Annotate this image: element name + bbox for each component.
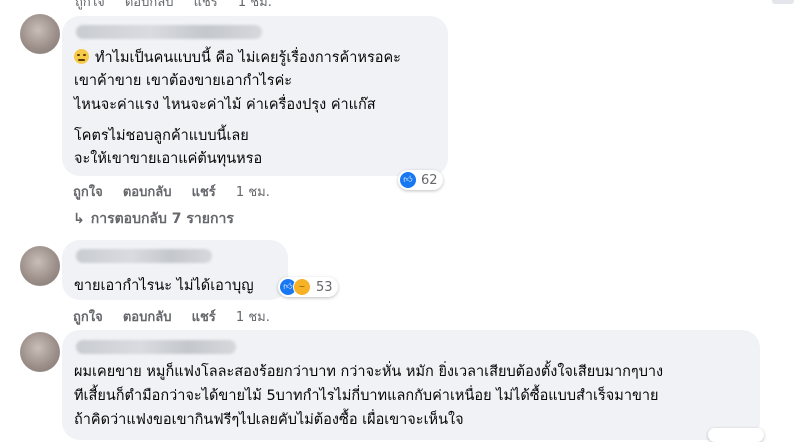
view-replies-link[interactable]: ↳ การตอบกลับ 7 รายการ: [73, 208, 234, 230]
commenter-name-redacted[interactable]: [76, 25, 262, 39]
timestamp: 1 ชม.: [235, 310, 270, 325]
like-link[interactable]: ถูกใจ: [73, 185, 103, 200]
comment-line: เขาค้าขาย เขาต้องขายเอากำไรค่ะ: [74, 73, 293, 89]
timestamp: 1 ชม.: [237, 0, 272, 10]
reaction-count: 62: [421, 172, 438, 188]
reaction-count: 53: [316, 279, 333, 295]
timestamp: 1 ชม.: [235, 185, 270, 200]
like-link[interactable]: ถูกใจ: [75, 0, 105, 10]
sad-face-emoji-icon: [74, 49, 89, 64]
reaction-summary[interactable]: 👍︎ ⌣ 53: [278, 277, 338, 297]
reply-link[interactable]: ตอบกลับ: [123, 185, 172, 200]
share-link[interactable]: แชร์: [194, 0, 218, 10]
prev-comment-actions: ถูกใจ ตอบกลับ แชร์ 1 ชม.: [75, 0, 272, 12]
comment-line: โคตรไม่ชอบลูกค้าแบบนี้เลย: [74, 128, 249, 144]
comment-line: ขายเอากำไรนะ ไม่ได้เอาบุญ: [74, 278, 254, 294]
share-link[interactable]: แชร์: [192, 310, 216, 325]
reply-link[interactable]: ตอบกลับ: [123, 310, 172, 325]
comment-line: ผมเคยขาย หมูก็แฟงโลละสองร้อยกว่าบาท กว่า…: [74, 364, 664, 380]
comment-line: ถ้าคิดว่าแฟงขอเขากินฟรีๆไปเลยคับไม่ต้องซ…: [74, 412, 464, 428]
avatar[interactable]: [20, 246, 60, 286]
reaction-summary[interactable]: 👍︎ 62: [398, 170, 443, 190]
comment-line: ทำไมเป็นคนแบบนี้ คือ ไม่เคยรู้เรื่องการค…: [74, 48, 401, 68]
commenter-name-redacted[interactable]: [76, 249, 212, 263]
reply-link[interactable]: ตอบกลับ: [125, 0, 174, 10]
comment-actions: ถูกใจ ตอบกลับ แชร์ 1 ชม.: [73, 181, 286, 202]
share-link[interactable]: แชร์: [192, 185, 216, 200]
reply-arrow-icon: ↳: [73, 211, 85, 227]
comment-actions: ถูกใจ ตอบกลับ แชร์ 1 ชม.: [73, 306, 286, 327]
comment-line: จะให้เขาขายเอาแค่ต้นทุนหรอ: [74, 151, 263, 167]
comment-line: ไหนจะค่าแรง ไหนจะค่าไม้ ค่าเครื่องปรุง ค…: [74, 97, 376, 113]
commenter-name-redacted[interactable]: [76, 340, 236, 354]
like-link[interactable]: ถูกใจ: [73, 310, 103, 325]
top-right-fragment: [772, 0, 794, 4]
like-reaction-icon: 👍︎: [400, 172, 416, 188]
comment-line: ทีเสี้ยนก็ตำมือกว่าจะได้ขายไม้ 5บาทกำไรไ…: [74, 388, 659, 404]
haha-reaction-icon: ⌣: [293, 278, 311, 296]
avatar[interactable]: [20, 332, 60, 372]
avatar[interactable]: [20, 14, 60, 54]
reaction-summary[interactable]: [708, 428, 764, 442]
